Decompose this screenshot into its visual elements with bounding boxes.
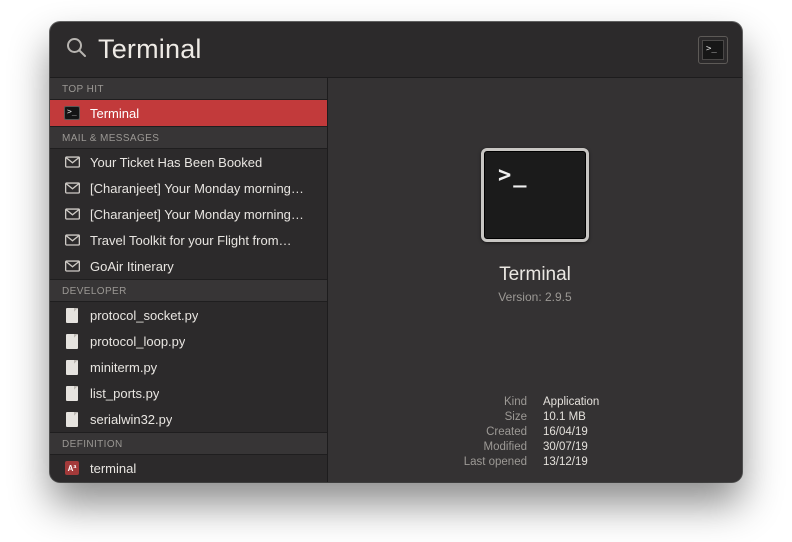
search-input[interactable] xyxy=(98,34,688,65)
terminal-prompt-glyph: >_ xyxy=(498,163,529,188)
preview-app-name: Terminal xyxy=(499,264,571,286)
dictionary-icon: Aª xyxy=(64,460,80,476)
result-label: Your Ticket Has Been Booked xyxy=(90,155,262,170)
meta-val-size: 10.1 MB xyxy=(543,411,720,423)
mail-icon xyxy=(64,258,80,274)
result-label: [Charanjeet] Your Monday morning… xyxy=(90,181,304,196)
result-label: [Charanjeet] Your Monday morning… xyxy=(90,207,304,222)
result-label: terminal xyxy=(90,461,136,476)
result-label: protocol_loop.py xyxy=(90,334,185,349)
document-icon xyxy=(64,359,80,375)
meta-key-modified: Modified xyxy=(350,441,527,453)
preview-app-version: Version: 2.9.5 xyxy=(498,290,571,304)
result-label: GoAir Itinerary xyxy=(90,259,174,274)
preview-metadata: Kind Application Size 10.1 MB Created 16/04… xyxy=(328,396,742,468)
result-type-icon: >_ xyxy=(698,36,728,64)
meta-val-kind: Application xyxy=(543,396,720,408)
spotlight-window: >_ TOP HIT >_ Terminal MAIL & MESSAGES Y… xyxy=(50,22,742,482)
mail-icon xyxy=(64,232,80,248)
search-bar: >_ xyxy=(50,22,742,78)
document-icon xyxy=(64,307,80,323)
meta-val-created: 16/04/19 xyxy=(543,426,720,438)
document-icon xyxy=(64,385,80,401)
meta-val-opened: 13/12/19 xyxy=(543,456,720,468)
section-header-top-hit: TOP HIT xyxy=(50,78,327,100)
result-mail-item[interactable]: Travel Toolkit for your Flight from… xyxy=(50,227,327,253)
meta-key-kind: Kind xyxy=(350,396,527,408)
result-mail-item[interactable]: [Charanjeet] Your Monday morning… xyxy=(50,175,327,201)
result-mail-item[interactable]: [Charanjeet] Your Monday morning… xyxy=(50,201,327,227)
meta-key-created: Created xyxy=(350,426,527,438)
section-header-mail: MAIL & MESSAGES xyxy=(50,126,327,149)
meta-key-opened: Last opened xyxy=(350,456,527,468)
terminal-icon: >_ xyxy=(64,105,80,121)
result-mail-item[interactable]: GoAir Itinerary xyxy=(50,253,327,279)
mail-icon xyxy=(64,154,80,170)
search-icon xyxy=(64,35,88,64)
preview-panel: >_ Terminal Version: 2.9.5 Kind Applicati… xyxy=(328,78,742,482)
result-developer-item[interactable]: miniterm.py xyxy=(50,354,327,380)
section-header-definition: DEFINITION xyxy=(50,432,327,455)
result-label: list_ports.py xyxy=(90,386,159,401)
meta-val-modified: 30/07/19 xyxy=(543,441,720,453)
document-icon xyxy=(64,333,80,349)
mail-icon xyxy=(64,180,80,196)
result-developer-item[interactable]: serialwin32.py xyxy=(50,406,327,432)
result-developer-item[interactable]: protocol_socket.py xyxy=(50,302,327,328)
spotlight-body: TOP HIT >_ Terminal MAIL & MESSAGES Your… xyxy=(50,78,742,482)
result-definition-item[interactable]: Aª terminal xyxy=(50,455,327,481)
results-list: TOP HIT >_ Terminal MAIL & MESSAGES Your… xyxy=(50,78,328,482)
result-label: Travel Toolkit for your Flight from… xyxy=(90,233,292,248)
mail-icon xyxy=(64,206,80,222)
section-header-developer: DEVELOPER xyxy=(50,279,327,302)
result-label: Terminal xyxy=(90,106,139,121)
document-icon xyxy=(64,411,80,427)
result-label: protocol_socket.py xyxy=(90,308,198,323)
result-developer-item[interactable]: list_ports.py xyxy=(50,380,327,406)
result-label: serialwin32.py xyxy=(90,412,172,427)
result-mail-item[interactable]: Your Ticket Has Been Booked xyxy=(50,149,327,175)
meta-key-size: Size xyxy=(350,411,527,423)
result-label: miniterm.py xyxy=(90,360,157,375)
terminal-app-icon: >_ xyxy=(481,148,589,242)
terminal-icon: >_ xyxy=(702,40,724,60)
result-top-hit-terminal[interactable]: >_ Terminal xyxy=(50,100,327,126)
result-developer-item[interactable]: protocol_loop.py xyxy=(50,328,327,354)
